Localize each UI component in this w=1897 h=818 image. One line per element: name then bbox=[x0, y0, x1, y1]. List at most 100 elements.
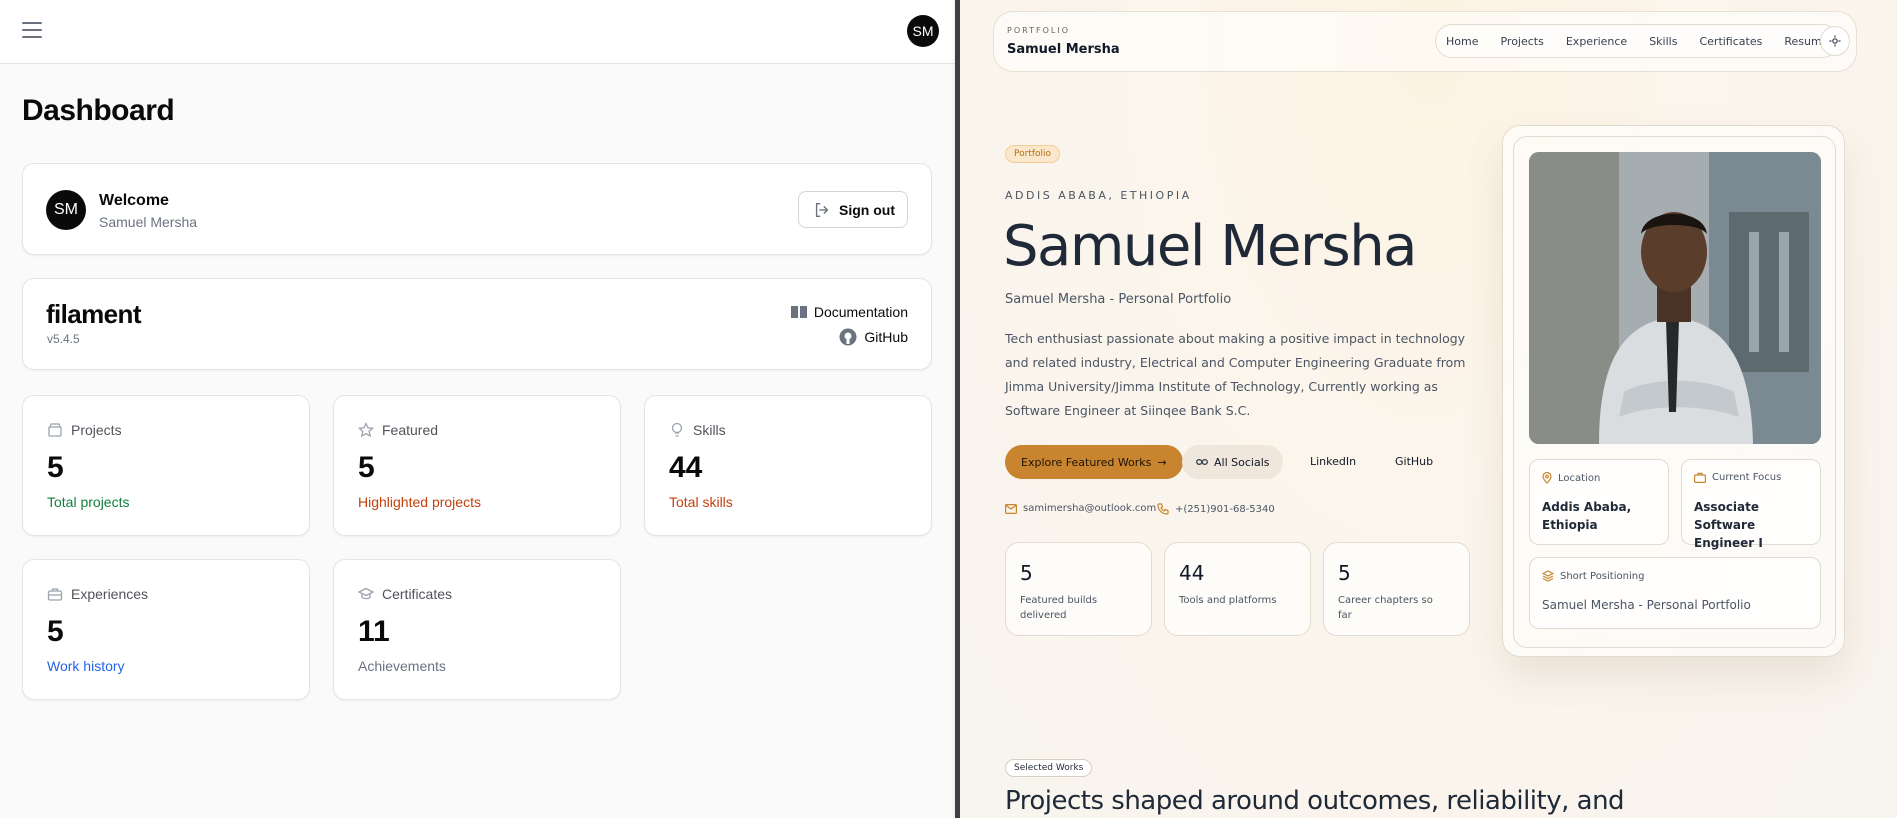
mini-stat-desc: Tools and platforms bbox=[1179, 595, 1277, 606]
current-focus-card: Current Focus Associate Software Enginee… bbox=[1681, 459, 1821, 550]
nav-brand[interactable]: Samuel Mersha bbox=[1007, 42, 1120, 57]
portfolio-pane: PORTFOLIO Samuel Mersha Home Projects Ex… bbox=[960, 0, 1897, 818]
short-positioning-card: Short Positioning Samuel Mersha - Person… bbox=[1529, 557, 1821, 629]
phone-text: +(251)901-68-5340 bbox=[1175, 503, 1275, 515]
phone-contact[interactable]: +(251)901-68-5340 bbox=[1157, 503, 1275, 515]
welcome-card: SM Welcome Samuel Mersha Sign out bbox=[22, 163, 932, 255]
all-socials-button[interactable]: All Socials bbox=[1182, 445, 1284, 479]
email-contact[interactable]: samimersha@outlook.com bbox=[1005, 503, 1156, 514]
mini-stat-desc: Career chapters so far bbox=[1338, 595, 1433, 621]
nav-kicker: PORTFOLIO bbox=[1007, 26, 1070, 35]
star-icon bbox=[358, 422, 374, 438]
phone-icon bbox=[1157, 503, 1169, 515]
github-label: GitHub bbox=[864, 329, 908, 345]
sign-out-button[interactable]: Sign out bbox=[798, 191, 908, 228]
briefcase-icon bbox=[1694, 472, 1706, 483]
book-icon bbox=[790, 306, 807, 318]
stat-card-featured: Featured 5 Highlighted projects bbox=[333, 395, 621, 536]
profile-card-inner: Location Addis Ababa, Ethiopia Current F… bbox=[1513, 136, 1836, 648]
nav-menu: Home Projects Experience Skills Certific… bbox=[1435, 24, 1840, 58]
location-value: Addis Ababa, Ethiopia bbox=[1542, 500, 1632, 532]
location-kicker: ADDIS ABABA, ETHIOPIA bbox=[1005, 189, 1192, 202]
stat-value: 5 bbox=[47, 451, 64, 484]
portfolio-navbar: PORTFOLIO Samuel Mersha Home Projects Ex… bbox=[993, 11, 1857, 72]
arrow-right-icon: → bbox=[1157, 455, 1167, 469]
page-title: Dashboard bbox=[22, 94, 175, 127]
nav-link-experience[interactable]: Experience bbox=[1566, 35, 1627, 48]
stat-label-text: Projects bbox=[71, 422, 122, 438]
avatar: SM bbox=[46, 190, 86, 230]
admin-topbar: SM bbox=[0, 0, 955, 64]
stat-card-experiences: Experiences 5 Work history bbox=[22, 559, 310, 700]
stat-label-text: Featured bbox=[382, 422, 439, 438]
stat-description: Total skills bbox=[669, 494, 733, 510]
stat-card-skills: Skills 44 Total skills bbox=[644, 395, 932, 536]
filament-version: v5.4.5 bbox=[47, 332, 80, 346]
stat-description: Achievements bbox=[358, 658, 446, 674]
location-header: Location bbox=[1542, 472, 1600, 484]
mini-stat-value: 5 bbox=[1338, 561, 1351, 585]
stat-label-text: Experiences bbox=[71, 586, 149, 602]
hero-subtitle: Samuel Mersha - Personal Portfolio bbox=[1005, 292, 1232, 307]
stat-value: 11 bbox=[358, 615, 390, 648]
stat-description: Work history bbox=[47, 658, 125, 674]
stat-label: Certificates bbox=[358, 586, 452, 602]
stat-card-projects: Projects 5 Total projects bbox=[22, 395, 310, 536]
github-icon bbox=[839, 328, 857, 346]
stat-label-text: Skills bbox=[693, 422, 726, 438]
theme-toggle-button[interactable] bbox=[1820, 26, 1850, 56]
stat-description: Highlighted projects bbox=[358, 494, 481, 510]
location-info-card: Location Addis Ababa, Ethiopia bbox=[1529, 459, 1669, 545]
mini-stat-value: 5 bbox=[1020, 561, 1033, 585]
documentation-link[interactable]: Documentation bbox=[790, 304, 908, 320]
github-link[interactable]: GitHub bbox=[839, 328, 908, 346]
focus-header: Current Focus bbox=[1694, 472, 1781, 483]
stat-label: Featured bbox=[358, 422, 438, 438]
location-label: Location bbox=[1558, 472, 1601, 484]
mini-stat-desc: Featured builds delivered bbox=[1020, 595, 1098, 621]
hero-bio: Tech enthusiast passionate about making … bbox=[1005, 331, 1466, 418]
all-socials-label: All Socials bbox=[1214, 455, 1270, 469]
stat-value: 5 bbox=[47, 615, 64, 648]
admin-pane: SM Dashboard SM Welcome Samuel Mersha Si… bbox=[0, 0, 955, 818]
github-link[interactable]: GitHub bbox=[1395, 455, 1433, 468]
positioning-value: Samuel Mersha - Personal Portfolio bbox=[1542, 598, 1751, 612]
mini-stat-featured: 5 Featured builds delivered bbox=[1005, 542, 1152, 636]
lightbulb-icon bbox=[671, 422, 683, 437]
stat-label: Experiences bbox=[47, 586, 148, 602]
menu-icon[interactable] bbox=[22, 22, 42, 38]
stat-value: 44 bbox=[669, 451, 703, 484]
hero-name: Samuel Mersha bbox=[1003, 214, 1418, 279]
stat-label-text: Certificates bbox=[382, 586, 453, 602]
mini-stat-tools: 44 Tools and platforms bbox=[1164, 542, 1311, 636]
link-icon bbox=[1196, 459, 1208, 465]
sign-out-icon bbox=[815, 202, 829, 217]
email-text: samimersha@outlook.com bbox=[1023, 503, 1157, 514]
positioning-header: Short Positioning bbox=[1542, 570, 1644, 582]
nav-link-skills[interactable]: Skills bbox=[1649, 35, 1677, 48]
nav-link-projects[interactable]: Projects bbox=[1500, 35, 1543, 48]
focus-value: Associate Software Engineer I bbox=[1694, 500, 1763, 550]
positioning-label: Short Positioning bbox=[1560, 570, 1645, 582]
explore-featured-works-button[interactable]: Explore Featured Works → bbox=[1005, 445, 1183, 479]
mini-stat-value: 44 bbox=[1179, 561, 1205, 585]
mini-stat-career: 5 Career chapters so far bbox=[1323, 542, 1470, 636]
explore-label: Explore Featured Works bbox=[1021, 455, 1152, 469]
welcome-heading: Welcome bbox=[99, 192, 169, 209]
sign-out-label: Sign out bbox=[839, 201, 895, 218]
profile-card: Location Addis Ababa, Ethiopia Current F… bbox=[1502, 125, 1845, 657]
linkedin-link[interactable]: LinkedIn bbox=[1310, 455, 1356, 468]
portfolio-badge: Portfolio bbox=[1005, 145, 1061, 163]
stat-card-certificates: Certificates 11 Achievements bbox=[333, 559, 621, 700]
nav-link-certificates[interactable]: Certificates bbox=[1699, 35, 1762, 48]
graduation-cap-icon bbox=[358, 587, 374, 600]
stat-description: Total projects bbox=[47, 494, 130, 510]
user-avatar[interactable]: SM bbox=[907, 15, 939, 47]
nav-link-home[interactable]: Home bbox=[1446, 35, 1478, 48]
stat-label: Skills bbox=[669, 422, 726, 438]
box-icon bbox=[48, 423, 62, 437]
selected-works-badge: Selected Works bbox=[1005, 759, 1093, 777]
filament-logo: filament bbox=[46, 299, 141, 329]
profile-photo bbox=[1529, 152, 1821, 444]
focus-label: Current Focus bbox=[1712, 472, 1782, 483]
